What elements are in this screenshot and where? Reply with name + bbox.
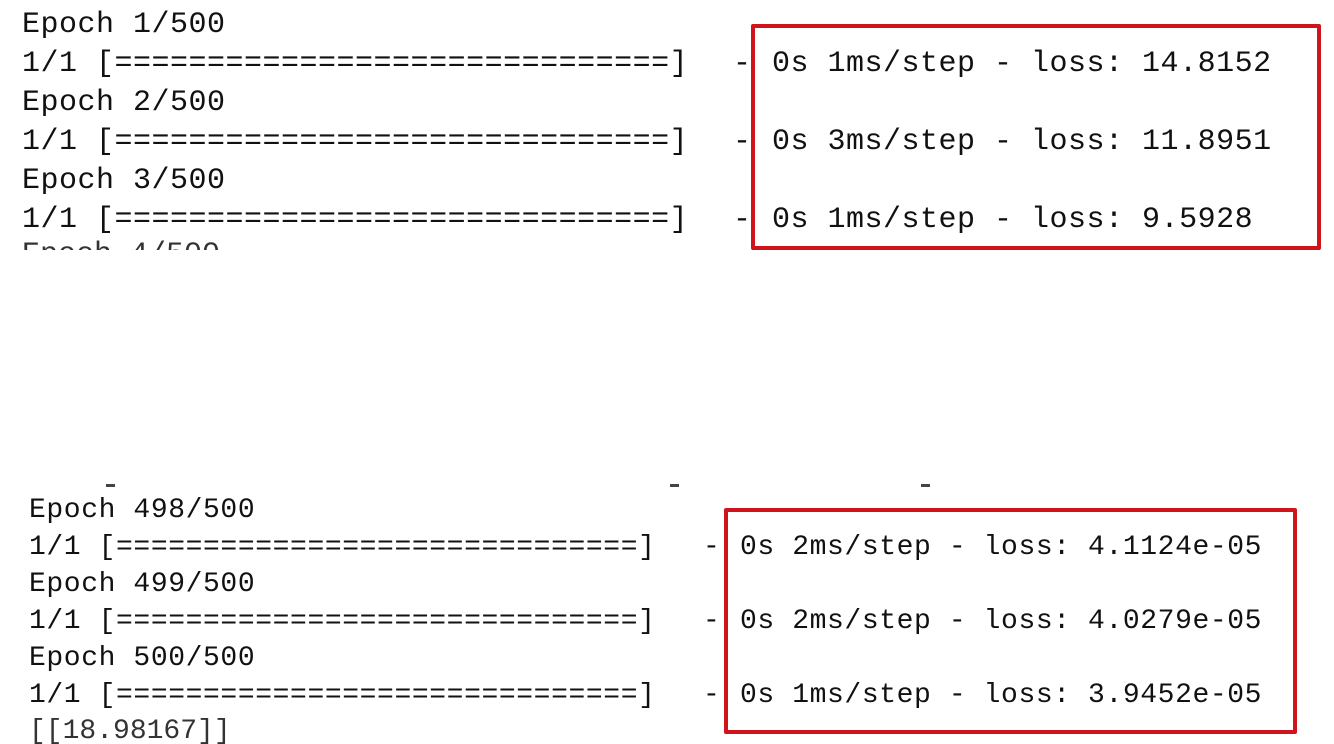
terminal-output-top: Epoch 1/500 1/1 [=======================…: [0, 0, 1334, 250]
progress-bar-text: 1/1 [==============================]: [22, 203, 689, 237]
progress-bar-text: 1/1 [==============================]: [29, 680, 656, 711]
epoch-label: Epoch 3/500: [22, 164, 226, 198]
separator-dash: -: [733, 203, 752, 237]
separator-dash: -: [733, 125, 752, 159]
epoch-label: Epoch 498/500: [29, 495, 256, 526]
separator-dash: -: [703, 606, 721, 637]
cut-off-prediction-line: [[18.98167]]: [29, 716, 231, 744]
cut-off-epoch-line: Epoch 4/500: [22, 240, 220, 250]
epoch-label: Epoch 2/500: [22, 86, 226, 120]
progress-bar-text: 1/1 [==============================]: [29, 532, 656, 563]
highlight-box-initial-loss: [751, 24, 1321, 250]
terminal-output-bottom: Epoch 498/500 1/1 [=====================…: [0, 470, 1334, 744]
epoch-label: Epoch 500/500: [29, 643, 256, 674]
separator-dash: -: [733, 47, 752, 81]
separator-dash: -: [703, 532, 721, 563]
progress-bar-text: 1/1 [==============================]: [29, 606, 656, 637]
separator-dash: -: [703, 680, 721, 711]
progress-bar-text: 1/1 [==============================]: [22, 47, 689, 81]
highlight-box-final-loss: [724, 508, 1297, 734]
epoch-label: Epoch 1/500: [22, 8, 226, 42]
epoch-label: Epoch 499/500: [29, 569, 256, 600]
progress-bar-text: 1/1 [==============================]: [22, 125, 689, 159]
